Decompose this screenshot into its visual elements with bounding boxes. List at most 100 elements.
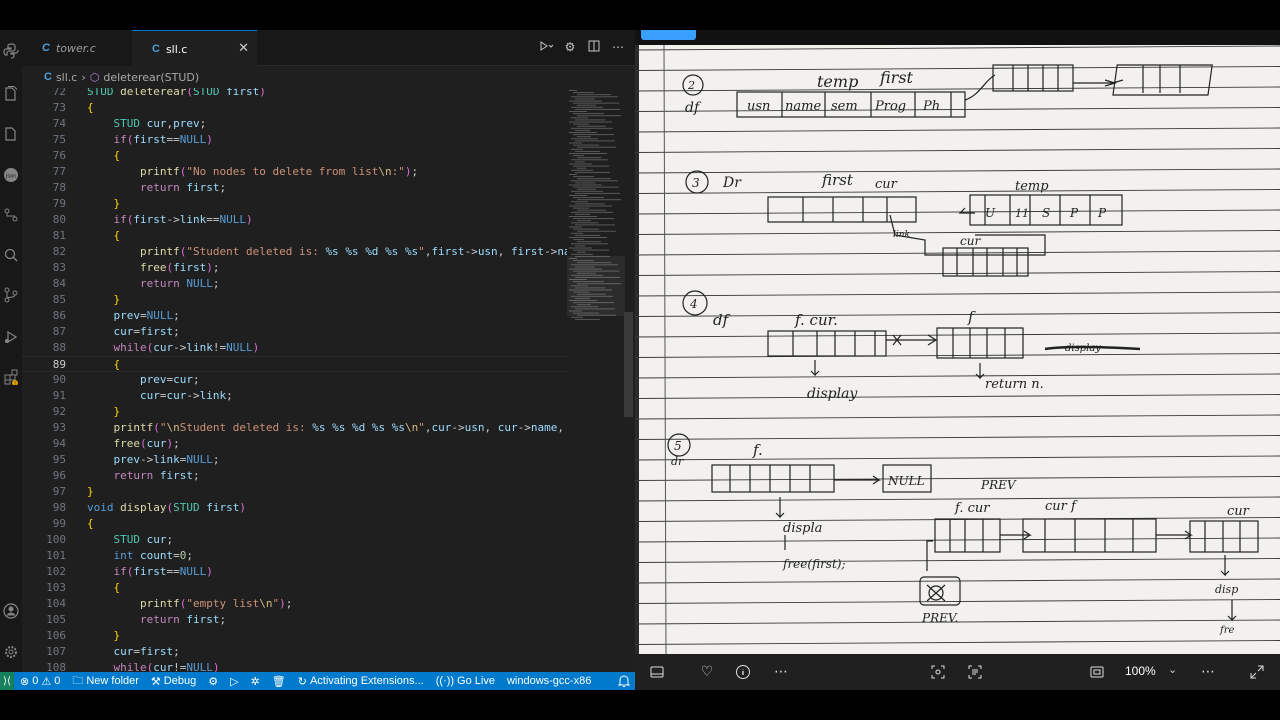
line-code: } — [113, 197, 121, 210]
line-number: 72 — [52, 88, 66, 98]
warning-count: 0 — [54, 675, 61, 687]
code-line[interactable]: 103 { — [22, 580, 567, 596]
line-number: 107 — [46, 645, 66, 658]
code-line[interactable]: 78 return first; — [22, 180, 567, 196]
files-icon[interactable] — [2, 125, 20, 143]
search-icon[interactable] — [2, 246, 20, 264]
problems-status[interactable]: ⊗ 0 ⚠ 0 — [14, 675, 66, 688]
run-code-icon[interactable] — [539, 40, 554, 55]
line-number: 86 — [52, 309, 66, 322]
text-extract-button[interactable] — [965, 662, 985, 682]
breadcrumb-file[interactable]: sll.c — [56, 71, 77, 84]
code-line[interactable]: 100 STUD cur; — [22, 532, 567, 548]
code-line[interactable]: 105 return first; — [22, 612, 567, 628]
info-button[interactable] — [733, 662, 753, 682]
chevron-down-icon[interactable]: ⌄ — [1168, 663, 1177, 676]
code-line[interactable]: 92 } — [22, 404, 567, 420]
code-line[interactable]: 89 { — [22, 356, 567, 372]
filmstrip-button[interactable] — [647, 662, 667, 682]
code-line[interactable]: 108 while(cur!=NULL) — [22, 660, 567, 672]
tab-sll-c[interactable]: C sll.c ✕ — [132, 30, 257, 67]
code-line[interactable]: 99 { — [22, 516, 567, 532]
code-line[interactable]: 96 return first; — [22, 468, 567, 484]
code-line[interactable]: 76 { — [22, 148, 567, 164]
code-line[interactable]: 82 printf("Student deleted is: %s %s %d … — [22, 244, 567, 260]
code-line[interactable]: 87 cur=first; — [22, 324, 567, 340]
new-folder-status[interactable]: 🗀 New folder — [66, 672, 145, 691]
viewer-more-button[interactable]: ⋯ — [1198, 662, 1218, 682]
code-line[interactable]: 107 cur=first; — [22, 644, 567, 660]
remote-icon[interactable]: ⟩⟨ — [0, 672, 14, 690]
code-editor[interactable]: 72 STUD deleterear(STUD first) 73 {74 STUD … — [22, 88, 567, 672]
line-code: cur=first; — [113, 325, 180, 338]
zoom-level[interactable]: 100% — [1125, 664, 1156, 678]
code-line[interactable]: 104 printf("empty list\n"); — [22, 596, 567, 612]
go-live-button[interactable]: ((·)) Go Live — [430, 675, 501, 687]
section-5-free: free(first); — [782, 557, 846, 571]
run-button[interactable]: ▷ — [224, 675, 244, 688]
code-line[interactable]: 102 if(first==NULL) — [22, 564, 567, 580]
run-debug-icon[interactable] — [2, 328, 20, 346]
clean-button[interactable]: 🗑 — [266, 675, 292, 688]
visual-search-button[interactable] — [928, 662, 948, 682]
code-line[interactable]: 84 return NULL; — [22, 276, 567, 292]
code-line[interactable]: 75 if(first==NULL) — [22, 132, 567, 148]
code-line[interactable]: 97} — [22, 484, 567, 500]
code-line[interactable]: 83 free(first); — [22, 260, 567, 276]
diff-icon[interactable] — [2, 206, 20, 224]
python-icon[interactable] — [2, 42, 20, 60]
build-gear-button[interactable]: ⚙ — [202, 675, 224, 688]
code-line[interactable]: 86 prev=NULL; — [22, 308, 567, 324]
line-code: { — [113, 149, 121, 162]
notification-bell-icon[interactable] — [617, 674, 631, 688]
code-line[interactable]: 101 int count=0; — [22, 548, 567, 564]
favorite-button[interactable]: ♡ — [697, 662, 717, 682]
debug-status[interactable]: ⚒ Debug — [145, 675, 202, 688]
close-icon[interactable]: ✕ — [238, 41, 249, 56]
section-2-temp: temp — [817, 72, 858, 91]
code-line[interactable]: 73 { — [22, 100, 567, 116]
debug-bug-button[interactable]: ✲ — [245, 675, 266, 688]
line-number: 99 — [52, 517, 66, 530]
code-line[interactable]: 79 } — [22, 196, 567, 212]
account-icon[interactable] — [2, 602, 20, 620]
source-control-icon[interactable] — [2, 286, 20, 304]
extensions-activation-status: ↻ Activating Extensions... — [292, 675, 430, 688]
code-line[interactable]: 95 prev->link=NULL; — [22, 452, 567, 468]
fullscreen-button[interactable] — [1247, 662, 1267, 682]
breadcrumb-separator: › — [81, 70, 86, 84]
compiler-status[interactable]: windows-gcc-x86 — [501, 675, 597, 687]
minimap[interactable] — [567, 88, 625, 328]
line-number: 77 — [52, 165, 66, 178]
code-line[interactable]: 81 { — [22, 228, 567, 244]
extensions-icon[interactable]: ! — [2, 368, 20, 386]
line-code: } — [113, 293, 121, 306]
code-line[interactable]: 85 } — [22, 292, 567, 308]
viewer-tab-indicator[interactable] — [641, 30, 696, 40]
json-icon[interactable]: Json — [2, 166, 20, 184]
status-bar: ⟩⟨ ⊗ 0 ⚠ 0 🗀 New folder ⚒ Debug ⚙ ▷ ✲ 🗑 … — [0, 672, 635, 690]
split-editor-icon[interactable] — [587, 40, 601, 55]
more-options-button[interactable]: ⋯ — [771, 662, 791, 682]
code-line[interactable]: 90 prev=cur; — [22, 372, 567, 388]
breadcrumb-symbol[interactable]: deleterear(STUD) — [103, 71, 199, 84]
explorer-icon[interactable] — [2, 85, 20, 103]
tab-tower-c[interactable]: C tower.c — [22, 30, 132, 66]
section-2-first: first — [879, 68, 914, 87]
code-line[interactable]: 94 free(cur); — [22, 436, 567, 452]
code-line[interactable]: 72 STUD deleterear(STUD first) — [22, 88, 567, 100]
code-line[interactable]: 91 cur=cur->link; — [22, 388, 567, 404]
line-code: } — [113, 629, 121, 642]
code-line[interactable]: 74 STUD cur,prev; — [22, 116, 567, 132]
fit-window-button[interactable] — [1087, 662, 1107, 682]
code-line[interactable]: 93 printf("\nStudent deleted is: %s %s %… — [22, 420, 567, 436]
vertical-scrollbar[interactable] — [624, 312, 633, 417]
more-actions-icon[interactable]: ⋯ — [611, 40, 625, 55]
code-line[interactable]: 98 void display(STUD first) — [22, 500, 567, 516]
gear-icon[interactable]: ⚙ — [563, 40, 577, 55]
settings-gear-icon[interactable] — [2, 643, 20, 661]
code-line[interactable]: 77 printf("No nodes to delete from list\… — [22, 164, 567, 180]
code-line[interactable]: 88 while(cur->link!=NULL) — [22, 340, 567, 356]
code-line[interactable]: 106 } — [22, 628, 567, 644]
code-line[interactable]: 80 if(first->link==NULL) — [22, 212, 567, 228]
